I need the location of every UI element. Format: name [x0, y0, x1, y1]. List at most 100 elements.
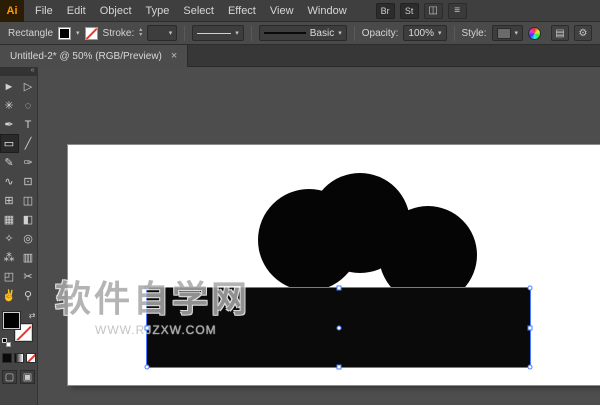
toolbar-collapse-button[interactable]: « [0, 67, 38, 76]
perspective-grid-tool[interactable]: ◫ [19, 191, 38, 210]
context-label: Rectangle [8, 28, 53, 39]
selection-handle-middle-right[interactable] [528, 325, 533, 330]
none-button[interactable] [26, 353, 36, 363]
opacity-dropdown[interactable]: 100% ▾ [403, 25, 446, 41]
document-tab-bar: Untitled-2* @ 50% (RGB/Preview) × [0, 45, 600, 67]
fill-color-box[interactable] [3, 312, 20, 329]
rectangle-tool[interactable]: ▭ [0, 134, 19, 153]
bridge-button[interactable]: Br [376, 3, 395, 19]
style-dropdown[interactable]: ▾ [492, 25, 524, 41]
selection-handle-middle-left[interactable] [145, 325, 150, 330]
selection-handle-top-left[interactable] [145, 286, 150, 291]
menu-object[interactable]: Object [93, 0, 139, 22]
menu-type[interactable]: Type [139, 0, 177, 22]
selection-handle-top-middle[interactable] [336, 286, 341, 291]
selection-center-point[interactable] [336, 325, 341, 330]
control-bar: Rectangle ▾ Stroke: ▴ ▾ ▾ ▾ Basic ▾ Opac… [0, 22, 600, 45]
stock-button[interactable]: St [400, 3, 419, 19]
brush-definition-dropdown[interactable]: Basic ▾ [259, 25, 347, 41]
magic-wand-tool[interactable]: ✳ [0, 96, 19, 115]
stroke-weight-stepper[interactable]: ▴ ▾ [139, 28, 142, 38]
chevron-down-icon: ▾ [169, 29, 173, 37]
selection-handle-bottom-middle[interactable] [336, 365, 341, 370]
divider [454, 26, 455, 41]
opacity-value: 100% [408, 28, 434, 39]
pen-tool[interactable]: ✒ [0, 115, 19, 134]
opacity-label: Opacity: [362, 28, 399, 39]
symbol-sprayer-tool[interactable]: ⁂ [0, 248, 19, 267]
selection-handle-top-right[interactable] [528, 286, 533, 291]
stroke-weight-dropdown[interactable]: ▾ [147, 25, 177, 41]
mode-buttons: ▢ ▣ [2, 370, 35, 384]
screen-mode-button[interactable]: ▣ [20, 370, 35, 384]
eyedropper-tool[interactable]: ✧ [0, 229, 19, 248]
style-label: Style: [462, 28, 487, 39]
color-button[interactable] [2, 353, 12, 363]
arrange-documents-icon[interactable]: ◫ [424, 3, 443, 19]
gradient-button[interactable] [14, 353, 24, 363]
line-segment-tool[interactable]: ╱ [19, 134, 38, 153]
zoom-tool[interactable]: ⚲ [19, 286, 38, 305]
menu-effect[interactable]: Effect [221, 0, 263, 22]
fill-stroke-indicator: ⇄ [2, 311, 36, 347]
swap-fill-stroke-icon[interactable]: ⇄ [29, 311, 36, 320]
menu-edit[interactable]: Edit [60, 0, 93, 22]
type-tool[interactable]: T [19, 115, 38, 134]
tool-grid: ► ▷ ✳ ◌ ✒ T ▭ ╱ ✎ ✑ ∿ ⊡ ⊞ ◫ ▦ ◧ ✧ ◎ ⁂ ▥ … [0, 77, 38, 305]
recolor-artwork-icon[interactable] [528, 27, 541, 40]
selection-tool[interactable]: ► [0, 77, 19, 96]
document-tab-title: Untitled-2* @ 50% (RGB/Preview) [10, 51, 162, 62]
close-icon[interactable]: × [171, 50, 177, 62]
mesh-tool[interactable]: ▦ [0, 210, 19, 229]
gradient-tool[interactable]: ◧ [19, 210, 38, 229]
slice-tool[interactable]: ✂ [19, 267, 38, 286]
menu-file[interactable]: File [28, 0, 60, 22]
width-tool[interactable]: ∿ [0, 172, 19, 191]
tools-panel: « ► ▷ ✳ ◌ ✒ T ▭ ╱ ✎ ✑ ∿ ⊡ ⊞ ◫ ▦ ◧ ✧ ◎ ⁂ … [0, 67, 38, 405]
direct-selection-tool[interactable]: ▷ [19, 77, 38, 96]
fill-color-swatch[interactable] [58, 27, 71, 40]
drawing-mode-button[interactable]: ▢ [2, 370, 17, 384]
paintbrush-tool[interactable]: ✎ [0, 153, 19, 172]
default-fill-stroke-icon[interactable] [2, 338, 11, 347]
artboard-tool[interactable]: ◰ [0, 267, 19, 286]
document-tab[interactable]: Untitled-2* @ 50% (RGB/Preview) × [0, 45, 188, 67]
fill-dropdown-icon[interactable]: ▾ [76, 29, 80, 37]
selection-handle-bottom-left[interactable] [145, 365, 150, 370]
preferences-icon[interactable]: ⚙ [574, 25, 592, 41]
menu-bar: Ai File Edit Object Type Select Effect V… [0, 0, 600, 22]
blend-tool[interactable]: ◎ [19, 229, 38, 248]
column-graph-tool[interactable]: ▥ [19, 248, 38, 267]
divider [251, 26, 252, 41]
selection-bounding-box [146, 287, 531, 368]
width-profile-dropdown[interactable]: ▾ [192, 25, 244, 41]
chevron-down-icon: ▾ [515, 29, 519, 37]
stepper-down-icon[interactable]: ▾ [139, 33, 142, 38]
style-swatch [497, 28, 511, 39]
free-transform-tool[interactable]: ⊡ [19, 172, 38, 191]
divider [354, 26, 355, 41]
brush-stroke-preview [264, 32, 306, 34]
menu-select[interactable]: Select [176, 0, 221, 22]
hand-tool[interactable]: ✌ [0, 286, 19, 305]
chevron-down-icon: ▾ [438, 29, 442, 37]
canvas-pasteboard[interactable]: 软件自学网 WWW.RJZXW.COM [38, 67, 600, 405]
workspace-menu-icon[interactable]: ≡ [448, 3, 467, 19]
document-setup-icon[interactable]: ▤ [551, 25, 569, 41]
selection-handle-bottom-right[interactable] [528, 365, 533, 370]
uniform-profile-icon [197, 33, 231, 34]
default-stroke-mini [6, 342, 11, 347]
paint-mode-row [2, 353, 36, 363]
chevron-down-icon: ▾ [338, 29, 342, 37]
divider [184, 26, 185, 41]
illustrator-logo: Ai [0, 0, 24, 22]
chevron-down-icon: ▾ [235, 29, 239, 37]
menu-view[interactable]: View [263, 0, 301, 22]
shape-builder-tool[interactable]: ⊞ [0, 191, 19, 210]
stroke-label: Stroke: [103, 28, 135, 39]
stroke-color-swatch[interactable] [85, 27, 98, 40]
brush-definition-value: Basic [310, 28, 334, 39]
menu-window[interactable]: Window [301, 0, 354, 22]
lasso-tool[interactable]: ◌ [19, 96, 38, 115]
pencil-tool[interactable]: ✑ [19, 153, 38, 172]
